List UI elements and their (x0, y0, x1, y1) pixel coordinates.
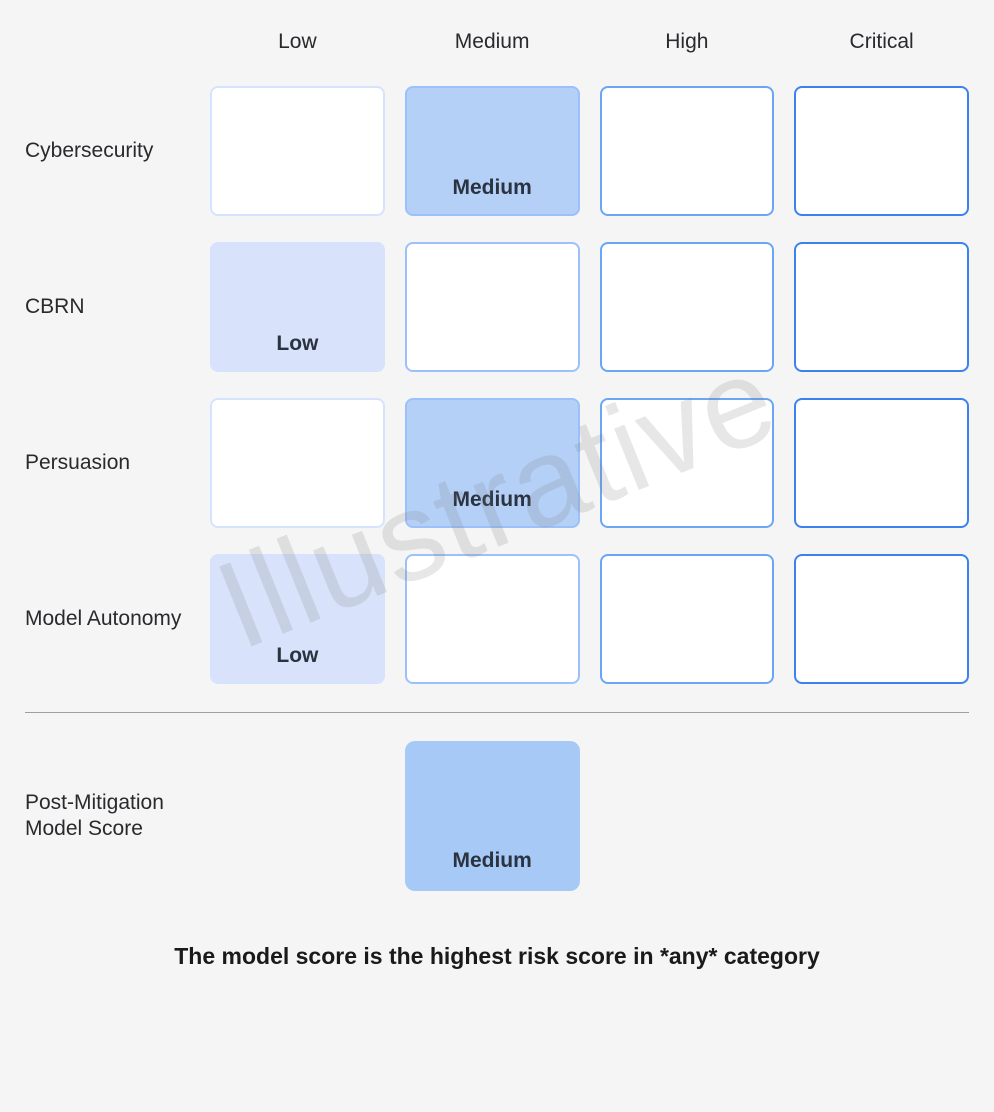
cell-persuasion-critical (794, 398, 969, 528)
cell-autonomy-high (600, 554, 775, 684)
cell-cbrn-critical (794, 242, 969, 372)
cell-autonomy-medium (405, 554, 580, 684)
row-label-cbrn: CBRN (25, 242, 190, 372)
footer-note: The model score is the highest risk scor… (25, 943, 969, 970)
row-label-persuasion: Persuasion (25, 398, 190, 528)
cell-cybersecurity-critical (794, 86, 969, 216)
score-spacer-critical (794, 741, 969, 891)
cell-autonomy-low: Low (210, 554, 385, 684)
cell-persuasion-medium: Medium (405, 398, 580, 528)
cell-autonomy-critical (794, 554, 969, 684)
score-spacer-high (600, 741, 775, 891)
col-header-critical: Critical (794, 30, 969, 60)
col-header-high: High (600, 30, 775, 60)
section-divider (25, 712, 969, 713)
cell-cbrn-high (600, 242, 775, 372)
col-header-low: Low (210, 30, 385, 60)
cell-cybersecurity-high (600, 86, 775, 216)
cell-cbrn-medium (405, 242, 580, 372)
cell-cybersecurity-medium: Medium (405, 86, 580, 216)
cell-cbrn-low: Low (210, 242, 385, 372)
cell-persuasion-low (210, 398, 385, 528)
cell-cybersecurity-low (210, 86, 385, 216)
score-row: Post-Mitigation Model Score Medium (25, 741, 969, 891)
col-header-medium: Medium (405, 30, 580, 60)
score-label: Post-Mitigation Model Score (25, 741, 190, 891)
risk-matrix: Low Medium High Critical Cybersecurity M… (25, 30, 969, 684)
score-spacer-low (210, 741, 385, 891)
row-label-autonomy: Model Autonomy (25, 554, 190, 684)
row-label-cybersecurity: Cybersecurity (25, 86, 190, 216)
score-cell: Medium (405, 741, 580, 891)
cell-persuasion-high (600, 398, 775, 528)
header-spacer (25, 30, 190, 60)
